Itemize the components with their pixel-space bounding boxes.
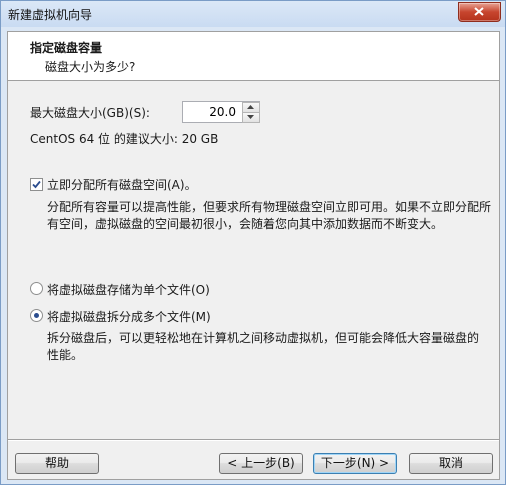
recommended-size-text: CentOS 64 位 的建议大小: 20 GB: [30, 132, 219, 146]
single-file-label[interactable]: 将虚拟磁盘存储为单个文件(O): [47, 281, 210, 298]
multiple-files-radio[interactable]: [30, 309, 43, 322]
footer-divider: [8, 439, 499, 441]
spinner-down-button[interactable]: [242, 112, 260, 123]
window-title: 新建虚拟机向导: [8, 8, 93, 22]
multiple-files-label[interactable]: 将虚拟磁盘拆分成多个文件(M): [47, 308, 211, 325]
max-disk-size-label: 最大磁盘大小(GB)(S):: [30, 106, 150, 120]
max-disk-size-spinner[interactable]: [182, 101, 260, 123]
allocate-all-description: 分配所有容量可以提高性能，但要求所有物理磁盘空间立即可用。如果不立即分配所有空间…: [47, 200, 492, 231]
checkmark-icon: [32, 180, 41, 189]
close-button[interactable]: [458, 2, 501, 22]
multiple-files-description: 拆分磁盘后，可以更轻松地在计算机之间移动虚拟机，但可能会降低大容量磁盘的性能。: [47, 331, 480, 362]
allocate-all-label[interactable]: 立即分配所有磁盘空间(A)。: [47, 176, 197, 193]
single-file-radio[interactable]: [30, 282, 43, 295]
next-button[interactable]: 下一步(N) >: [313, 453, 397, 474]
page-subtitle: 磁盘大小为多少?: [45, 60, 136, 74]
radio-selected-dot: [34, 313, 39, 318]
allocate-all-checkbox[interactable]: [30, 178, 43, 191]
spinner-buttons: [242, 102, 260, 123]
page-title: 指定磁盘容量: [30, 41, 103, 55]
wizard-body: 指定磁盘容量 磁盘大小为多少? 最大磁盘大小(GB)(S): CentOS 64…: [7, 31, 500, 480]
back-button[interactable]: < 上一步(B): [219, 453, 303, 474]
wizard-header: 指定磁盘容量 磁盘大小为多少?: [8, 32, 499, 81]
title-bar: 新建虚拟机向导: [1, 1, 505, 27]
max-disk-size-input[interactable]: [183, 102, 239, 122]
arrow-down-icon: [247, 115, 254, 119]
close-icon: [474, 7, 484, 16]
wizard-window: 新建虚拟机向导 指定磁盘容量 磁盘大小为多少? 最大磁盘大小(GB)(S): C: [0, 0, 506, 485]
arrow-up-icon: [247, 105, 254, 109]
cancel-button[interactable]: 取消: [409, 453, 493, 474]
help-button[interactable]: 帮助: [15, 453, 99, 474]
